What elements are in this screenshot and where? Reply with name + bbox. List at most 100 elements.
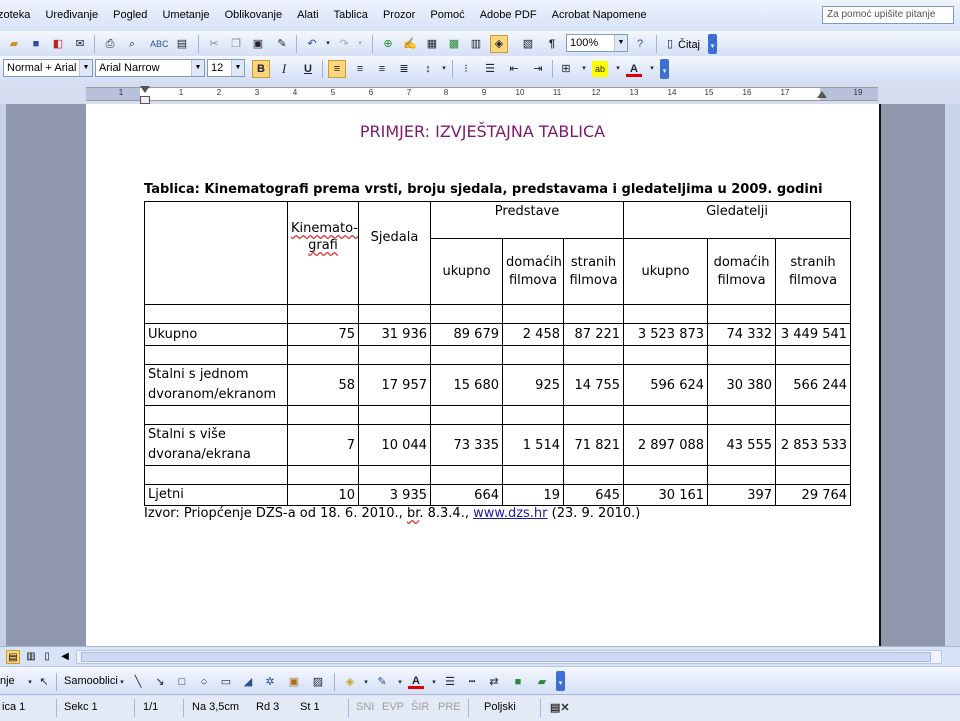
- font-color-icon[interactable]: A: [408, 673, 424, 689]
- border-dropdown-icon[interactable]: ▾: [576, 61, 592, 77]
- chevron-down-icon[interactable]: ▼: [614, 35, 627, 51]
- menu-insert[interactable]: Umetanje: [162, 9, 209, 21]
- font-color-dropdown-icon[interactable]: ▾: [426, 675, 442, 691]
- tables-borders-icon[interactable]: ✍: [402, 36, 418, 52]
- autoshapes-menu-button[interactable]: Samooblici: [64, 675, 118, 687]
- insert-picture-icon[interactable]: ▨: [310, 674, 326, 690]
- insert-table-icon[interactable]: ▦: [424, 36, 440, 52]
- show-hide-icon[interactable]: ¶: [544, 36, 560, 52]
- font-color-dropdown-icon[interactable]: ▾: [644, 61, 660, 77]
- line-spacing-icon[interactable]: ↕: [420, 61, 436, 77]
- toolbar-options-icon[interactable]: ▾: [556, 671, 565, 691]
- arrow-icon[interactable]: ↘: [152, 674, 168, 690]
- fill-color-dropdown-icon[interactable]: ▾: [358, 675, 374, 691]
- research-icon[interactable]: ▤: [174, 36, 190, 52]
- line-style-icon[interactable]: ☰: [442, 674, 458, 690]
- status-extend[interactable]: ŠIR: [411, 701, 429, 713]
- help-icon[interactable]: ?: [632, 36, 648, 52]
- left-indent-marker[interactable]: [140, 96, 150, 104]
- menu-tools[interactable]: Alati: [297, 9, 318, 21]
- document-page[interactable]: PRIMJER: IZVJEŠTAJNA TABLICA Tablica: Ki…: [86, 104, 881, 646]
- horizontal-ruler[interactable]: 1 1 2 3 4 5 6 7 8 9 10 11 12 13 14 15 16…: [0, 82, 960, 105]
- chevron-down-icon[interactable]: ▼: [79, 60, 92, 76]
- save-icon[interactable]: ■: [28, 36, 44, 52]
- decrease-indent-icon[interactable]: ⇤: [506, 61, 522, 77]
- diagram-icon[interactable]: ✲: [262, 674, 278, 690]
- read-button[interactable]: Čitaj: [678, 39, 700, 51]
- font-size-select[interactable]: 12 ▼: [207, 59, 245, 77]
- toolbar-options-icon[interactable]: ▾: [708, 34, 717, 54]
- highlight-dropdown-icon[interactable]: ▾: [610, 61, 626, 77]
- font-select[interactable]: Arial Narrow ▼: [95, 59, 205, 77]
- line-icon[interactable]: ╲: [130, 674, 146, 690]
- insert-excel-icon[interactable]: ▩: [446, 36, 462, 52]
- fill-color-icon[interactable]: ◈: [342, 674, 358, 690]
- permission-icon[interactable]: ◧: [50, 36, 66, 52]
- web-view-icon[interactable]: ▥: [24, 650, 38, 664]
- dash-style-icon[interactable]: ┅: [464, 674, 480, 690]
- select-objects-icon[interactable]: ↖: [36, 674, 52, 690]
- menu-edit[interactable]: Uređivanje: [45, 9, 98, 21]
- vertical-ruler[interactable]: [0, 104, 6, 646]
- email-icon[interactable]: ✉: [72, 36, 88, 52]
- spelling-icon[interactable]: ABC: [150, 36, 169, 52]
- line-color-icon[interactable]: ✎: [374, 674, 390, 690]
- undo-dropdown-icon[interactable]: ▾: [320, 36, 336, 52]
- hyperlink-icon[interactable]: ⊕: [380, 36, 396, 52]
- increase-indent-icon[interactable]: ⇥: [530, 61, 546, 77]
- align-center-icon[interactable]: ≡: [352, 61, 368, 77]
- chevron-down-icon[interactable]: ▼: [231, 60, 244, 76]
- format-painter-icon[interactable]: ✎: [274, 36, 290, 52]
- chevron-down-icon[interactable]: ▼: [191, 60, 204, 76]
- style-select[interactable]: Normal + Arial I ▼: [3, 59, 93, 77]
- vertical-scrollbar[interactable]: [945, 104, 960, 646]
- first-line-indent-marker[interactable]: [140, 86, 150, 93]
- align-right-icon[interactable]: ≡: [374, 61, 390, 77]
- 3d-style-icon[interactable]: ▰: [534, 674, 550, 690]
- source-link[interactable]: www.dzs.hr: [473, 506, 547, 521]
- rectangle-icon[interactable]: □: [174, 674, 190, 690]
- normal-view-icon[interactable]: ▤: [6, 650, 20, 664]
- menu-file[interactable]: zoteka: [0, 9, 30, 21]
- align-left-icon[interactable]: ≡: [328, 60, 346, 78]
- wordart-icon[interactable]: ◢: [240, 674, 256, 690]
- justify-icon[interactable]: ≣: [396, 61, 412, 77]
- undo-icon[interactable]: ↶: [304, 36, 320, 52]
- clip-art-icon[interactable]: ▣: [286, 674, 302, 690]
- status-record[interactable]: SNI: [356, 701, 374, 713]
- shadow-style-icon[interactable]: ■: [510, 674, 526, 690]
- right-indent-marker[interactable]: [817, 91, 827, 98]
- arrow-style-icon[interactable]: ⇄: [486, 674, 502, 690]
- document-map-icon[interactable]: ▧: [520, 36, 536, 52]
- reading-view-icon[interactable]: ▯: [40, 650, 54, 664]
- open-folder-icon[interactable]: ▰: [6, 36, 22, 52]
- columns-icon[interactable]: ▥: [468, 36, 484, 52]
- cut-icon[interactable]: ✂: [206, 36, 222, 52]
- copy-icon[interactable]: ❐: [228, 36, 244, 52]
- status-overtype[interactable]: PRE: [438, 701, 461, 713]
- print-preview-icon[interactable]: ⌕: [124, 36, 140, 52]
- horizontal-scrollbar[interactable]: [76, 650, 942, 664]
- spelling-status-icon[interactable]: ▤✕: [550, 701, 570, 714]
- toolbar-options-icon[interactable]: ▾: [660, 59, 669, 79]
- line-color-dropdown-icon[interactable]: ▾: [392, 675, 408, 691]
- menu-format[interactable]: Oblikovanje: [225, 9, 282, 21]
- italic-button[interactable]: I: [276, 61, 292, 77]
- font-color-icon[interactable]: A: [626, 61, 642, 77]
- print-icon[interactable]: ⎙: [102, 36, 118, 52]
- status-track-changes[interactable]: EVP: [382, 701, 404, 713]
- border-icon[interactable]: ⊞: [558, 61, 574, 77]
- text-box-icon[interactable]: ▭: [218, 674, 234, 690]
- menu-acrobat-comments[interactable]: Acrobat Napomene: [552, 9, 647, 21]
- menu-adobe-pdf[interactable]: Adobe PDF: [480, 9, 537, 21]
- underline-button[interactable]: U: [300, 61, 316, 77]
- read-icon[interactable]: ▯: [662, 36, 678, 52]
- numbering-icon[interactable]: ⁝: [458, 61, 474, 77]
- redo-icon[interactable]: ↷: [336, 36, 352, 52]
- bullets-icon[interactable]: ☰: [482, 61, 498, 77]
- redo-dropdown-icon[interactable]: ▾: [352, 36, 368, 52]
- paste-icon[interactable]: ▣: [250, 36, 266, 52]
- draw-menu-button[interactable]: nje: [0, 675, 15, 687]
- help-search-input[interactable]: Za pomoć upišite pitanje: [822, 6, 954, 24]
- zoom-select[interactable]: 100% ▼: [566, 34, 628, 52]
